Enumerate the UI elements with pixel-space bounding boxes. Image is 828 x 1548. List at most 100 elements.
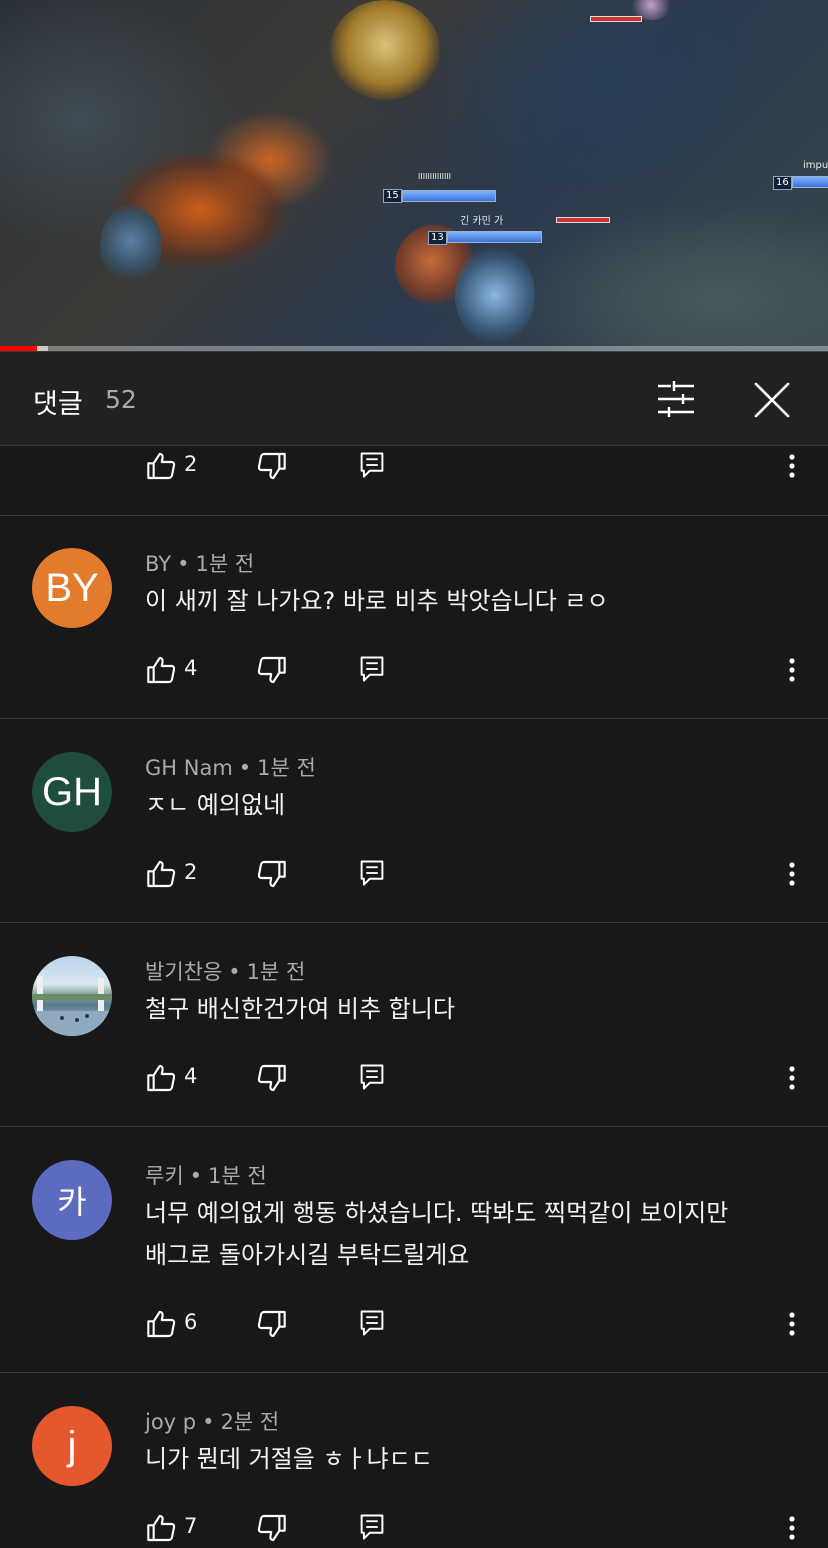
close-button[interactable] [748, 376, 796, 424]
level-badge: 16 [773, 176, 792, 190]
reply-button[interactable] [358, 1062, 386, 1092]
more-vert-icon [789, 1516, 795, 1540]
like-button[interactable] [145, 1308, 177, 1340]
thumb-down-icon [257, 656, 286, 684]
comment-line: ㅈㄴ 예의없네 [145, 791, 286, 819]
avatar[interactable]: GH [32, 752, 112, 832]
game-champion [455, 245, 535, 345]
comment-item: j joy p • 2분 전 니가 뭔데 거절을 ㅎㅏ냐ㄷㄷ 7 [0, 1374, 828, 1542]
comment-line: 이 새끼 잘 나가요? 바로 비추 박앗습니다 ㄹㅇ [145, 587, 609, 615]
more-options-button[interactable] [780, 1512, 804, 1544]
more-options-button[interactable] [780, 654, 804, 686]
like-count: 2 [184, 860, 198, 884]
comment-meta: joy p • 2분 전 [145, 1410, 280, 1434]
comment-actions: 4 [0, 650, 828, 690]
comment-text: 철구 배신한건가여 비추 합니다 [145, 988, 455, 1030]
comment-actions: 2 [0, 854, 828, 894]
reply-icon [360, 1064, 384, 1090]
comment-actions: 7 [0, 1508, 828, 1548]
thumb-down-icon [257, 860, 286, 888]
health-bar [447, 231, 542, 243]
comment-author[interactable]: joy p [145, 1410, 196, 1434]
reply-button[interactable] [358, 1308, 386, 1338]
comment-line: 너무 예의없게 행동 하셨습니다. 딱봐도 찍먹같이 보이지만 [145, 1199, 729, 1227]
overlay-text: IIIIIIIIIIIIII [418, 172, 452, 181]
more-vert-icon [789, 454, 795, 478]
comment-author[interactable]: BY [145, 552, 171, 576]
comment-time: 1분 전 [257, 756, 316, 780]
comment-actions: 6 [0, 1304, 828, 1344]
sort-icon [658, 381, 694, 417]
comment-text: 니가 뭔데 거절을 ㅎㅏ냐ㄷㄷ [145, 1438, 433, 1480]
more-vert-icon [789, 1312, 795, 1336]
comment-item: GH GH Nam • 1분 전 ㅈㄴ 예의없네 2 [0, 720, 828, 923]
reply-button[interactable] [358, 654, 386, 684]
health-bar [792, 176, 828, 188]
like-count: 6 [184, 1310, 198, 1334]
comment-line: 니가 뭔데 거절을 ㅎㅏ냐ㄷㄷ [145, 1445, 433, 1473]
comment-time: 1분 전 [195, 552, 255, 576]
comments-count: 52 [105, 385, 137, 414]
avatar[interactable]: 카 [32, 1160, 112, 1240]
comment-meta: 발기찬응 • 1분 전 [145, 960, 306, 984]
reply-icon [360, 1310, 384, 1336]
avatar[interactable]: BY [32, 548, 112, 628]
comment-author[interactable]: GH Nam [145, 756, 233, 780]
video-player[interactable]: IIIIIIIIIIIIII 15 긴 카민 가 13 impu 16 [0, 0, 828, 352]
thumb-up-icon [147, 860, 176, 888]
comment-text: ㅈㄴ 예의없네 [145, 784, 285, 826]
more-options-button[interactable] [780, 450, 804, 482]
comment-item: BY BY • 1분 전 이 새끼 잘 나가요? 바로 비추 박앗습니다 ㄹㅇ 4 [0, 516, 828, 719]
dislike-button[interactable] [256, 450, 288, 482]
like-count: 2 [184, 452, 198, 476]
like-button[interactable] [145, 1062, 177, 1094]
avatar-letter: GH [42, 769, 102, 814]
avatar[interactable]: j [32, 1406, 112, 1486]
more-options-button[interactable] [780, 1062, 804, 1094]
thumb-up-icon [147, 1310, 176, 1338]
thumb-up-icon [147, 1064, 176, 1092]
avatar[interactable] [32, 956, 112, 1036]
more-vert-icon [789, 658, 795, 682]
dislike-button[interactable] [256, 858, 288, 890]
thumb-down-icon [257, 1310, 286, 1338]
comment-item: 2 [0, 446, 828, 516]
avatar-letter: j [67, 1423, 77, 1468]
dislike-button[interactable] [256, 654, 288, 686]
thumb-up-icon [147, 1514, 176, 1542]
comment-meta: BY • 1분 전 [145, 552, 255, 576]
avatar-letter: 카 [57, 1183, 87, 1221]
like-count: 7 [184, 1514, 198, 1538]
enemy-health-bar [590, 16, 642, 22]
dislike-button[interactable] [256, 1062, 288, 1094]
like-count: 4 [184, 1064, 198, 1088]
like-button[interactable] [145, 450, 177, 482]
comment-author[interactable]: 발기찬응 [145, 960, 222, 984]
more-options-button[interactable] [780, 858, 804, 890]
comment-text: 이 새끼 잘 나가요? 바로 비추 박앗습니다 ㄹㅇ [145, 580, 609, 622]
comment-time: 2분 전 [220, 1410, 280, 1434]
health-bar [402, 190, 496, 202]
comment-item: 발기찬응 • 1분 전 철구 배신한건가여 비추 합니다 4 [0, 924, 828, 1127]
comment-author[interactable]: 루키 [145, 1164, 184, 1188]
video-progress-bar[interactable] [0, 346, 828, 351]
comment-time: 1분 전 [246, 960, 306, 984]
comment-item: 카 루키 • 1분 전 너무 예의없게 행동 하셨습니다. 딱봐도 찍먹같이 보이지… [0, 1128, 828, 1373]
like-button[interactable] [145, 654, 177, 686]
like-button[interactable] [145, 858, 177, 890]
like-count: 4 [184, 656, 198, 680]
enemy-health-bar [556, 217, 610, 223]
dislike-button[interactable] [256, 1512, 288, 1544]
comment-actions: 2 [0, 446, 828, 486]
reply-button[interactable] [358, 1512, 386, 1542]
comment-meta: GH Nam • 1분 전 [145, 756, 316, 780]
more-options-button[interactable] [780, 1308, 804, 1340]
reply-button[interactable] [358, 450, 386, 480]
sort-button[interactable] [650, 378, 702, 420]
like-button[interactable] [145, 1512, 177, 1544]
close-icon [754, 382, 790, 418]
thumb-down-icon [257, 1064, 286, 1092]
reply-button[interactable] [358, 858, 386, 888]
dislike-button[interactable] [256, 1308, 288, 1340]
progress-played [0, 346, 38, 351]
